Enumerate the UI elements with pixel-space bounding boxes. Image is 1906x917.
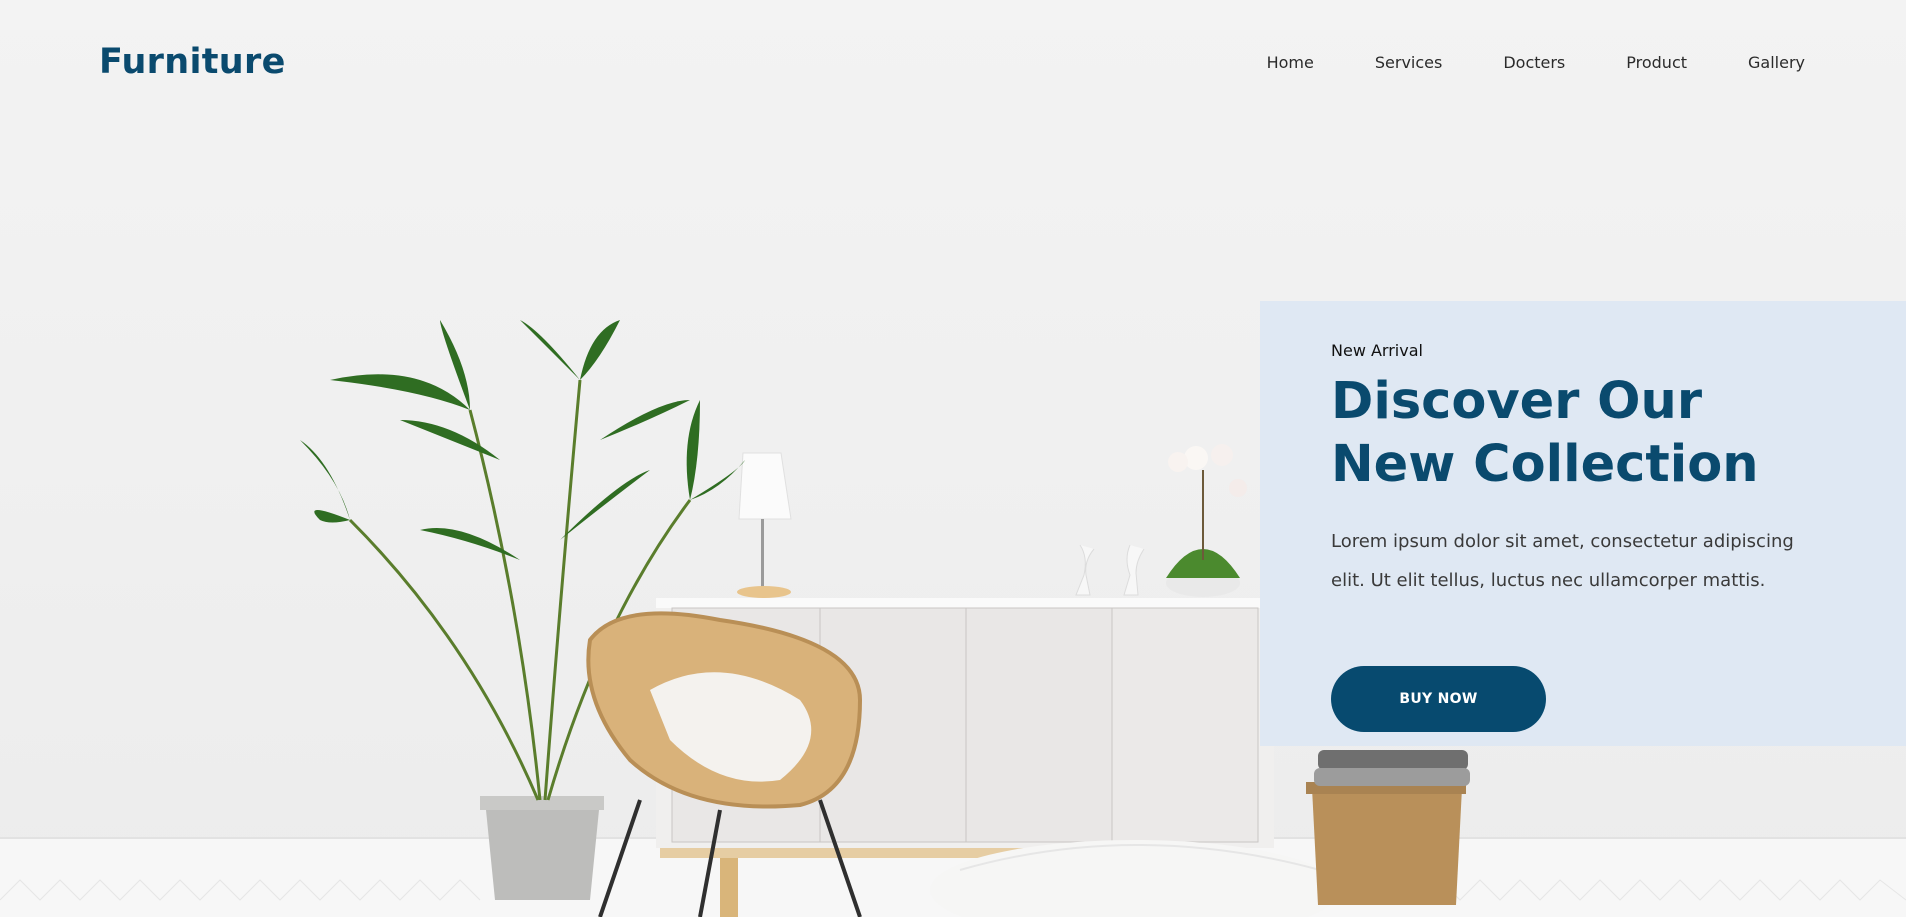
woven-basket	[1306, 750, 1470, 905]
figurines	[1075, 544, 1145, 596]
hero-headline-line-1: Discover Our	[1331, 372, 1702, 431]
hero-headline: Discover Our New Collection	[1331, 370, 1851, 496]
hero-eyebrow: New Arrival	[1331, 341, 1423, 360]
hero-description: Lorem ipsum dolor sit amet, consectetur …	[1331, 531, 1794, 591]
site-logo[interactable]: Furniture	[99, 42, 286, 82]
nav-item-product[interactable]: Product	[1626, 53, 1687, 72]
nav-item-services[interactable]: Services	[1375, 53, 1442, 72]
buy-now-button[interactable]: BUY NOW	[1331, 666, 1546, 732]
nav-item-home[interactable]: Home	[1267, 53, 1314, 72]
orchid-plant	[1166, 444, 1247, 597]
hero-section: Furniture Home Services Docters Product …	[0, 0, 1906, 917]
table-lamp	[737, 452, 792, 598]
nav-item-docters[interactable]: Docters	[1503, 53, 1565, 72]
main-nav: Home Services Docters Product Gallery	[1267, 53, 1805, 72]
hero-promo-card: New Arrival Discover Our New Collection …	[1260, 301, 1906, 746]
hero-headline-line-2: New Collection	[1331, 435, 1759, 494]
nav-item-gallery[interactable]: Gallery	[1748, 53, 1805, 72]
